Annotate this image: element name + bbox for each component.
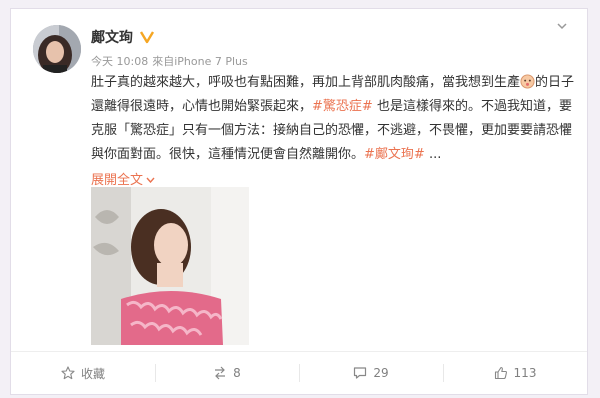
- author-row: 鄺文珣: [91, 27, 155, 47]
- expand-label: 展開全文: [91, 173, 144, 188]
- comment-icon: [354, 367, 367, 379]
- thumbs-up-icon: [494, 366, 507, 380]
- like-count: 113: [513, 366, 537, 380]
- repost-button[interactable]: 8: [155, 352, 299, 394]
- hashtag-link[interactable]: #驚恐症#: [312, 99, 373, 114]
- chevron-down-icon: [146, 177, 155, 183]
- comment-button[interactable]: 29: [299, 352, 443, 394]
- expand-full-text-link[interactable]: 展開全文: [91, 169, 155, 188]
- post-image[interactable]: [91, 187, 249, 345]
- baby-face-emoji: [520, 74, 535, 89]
- post-text: 肚子真的越來越大，呼吸也有點困難，再加上背部肌肉酸痛，當我想到生產 的日子還離得…: [91, 71, 583, 167]
- post-source[interactable]: 來自iPhone 7 Plus: [152, 55, 248, 68]
- comment-count: 29: [373, 366, 389, 380]
- post-text-part: 肚子真的越來越大，呼吸也有點困難，再加上背部肌肉酸痛，當我想到生產: [91, 75, 521, 90]
- post-time[interactable]: 今天 10:08: [91, 55, 148, 68]
- like-button[interactable]: 113: [443, 352, 587, 394]
- avatar[interactable]: [33, 25, 81, 73]
- post-text-ellipsis: ...: [424, 147, 442, 162]
- favorite-button[interactable]: 收藏: [11, 352, 155, 394]
- author-name[interactable]: 鄺文珣: [91, 27, 133, 47]
- repost-count: 8: [233, 366, 241, 380]
- post-meta: 今天 10:08 來自iPhone 7 Plus: [91, 53, 248, 69]
- verified-badge-icon: [139, 31, 155, 44]
- weibo-post-card: 鄺文珣 今天 10:08 來自iPhone 7 Plus 肚子真的越來越大，呼吸也…: [10, 8, 588, 395]
- favorite-label: 收藏: [80, 366, 105, 381]
- action-bar: 收藏 8 29 113: [11, 351, 587, 394]
- repost-icon: [215, 366, 226, 380]
- star-icon: [61, 366, 75, 380]
- hashtag-link[interactable]: #鄺文珣#: [364, 147, 425, 162]
- chevron-down-icon[interactable]: [555, 19, 569, 33]
